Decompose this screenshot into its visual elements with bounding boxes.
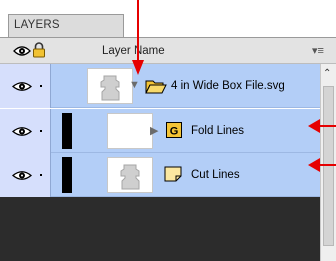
expand-toggle-icon[interactable]: ▼ — [129, 79, 140, 91]
eye-icon[interactable] — [12, 170, 32, 181]
layer-thumbnail — [87, 68, 133, 104]
eye-icon[interactable] — [12, 81, 32, 92]
layer-row-document[interactable]: ▼ 4 in Wide Box File.svg — [0, 64, 320, 108]
layer-color-bar — [62, 113, 72, 149]
layer-thumbnail — [107, 157, 153, 193]
scroll-up-arrow-icon[interactable]: ⌃ — [323, 68, 331, 79]
layer-row-cut-lines[interactable]: Cut Lines — [0, 153, 320, 197]
column-header: Layer Name ▾≡ — [0, 38, 336, 64]
open-folder-icon — [145, 80, 167, 94]
layer-row-fold-lines[interactable]: ▶ G Fold Lines — [0, 109, 320, 153]
layer-color-bar — [62, 157, 72, 193]
layer-thumbnail — [107, 113, 153, 149]
lock-toggle[interactable] — [40, 85, 42, 87]
lock-icon[interactable] — [32, 42, 46, 58]
annotation-arrow-left-icon — [308, 119, 336, 133]
annotation-arrow-left-icon — [308, 158, 336, 172]
empty-layer-area — [0, 197, 320, 261]
visibility-cell[interactable] — [0, 153, 51, 197]
object-icon — [164, 166, 182, 182]
layer-name[interactable]: Cut Lines — [191, 169, 240, 181]
visibility-cell[interactable] — [0, 64, 51, 108]
lock-toggle[interactable] — [40, 174, 42, 176]
layer-name[interactable]: Fold Lines — [191, 125, 244, 137]
tab-layers-label: LAYERS — [14, 19, 60, 31]
group-icon: G — [166, 122, 182, 138]
lock-toggle[interactable] — [40, 130, 42, 132]
box-shape-icon — [100, 75, 120, 101]
svg-text:G: G — [170, 126, 179, 138]
tab-strip: LAYERS — [0, 0, 336, 38]
layers-panel: LAYERS Layer Name ▾≡ ▼ 4 in Wide Box Fil… — [0, 0, 336, 261]
eye-icon[interactable] — [12, 126, 32, 137]
visibility-cell[interactable] — [0, 109, 51, 153]
annotation-arrow-down-icon — [132, 0, 144, 75]
panel-menu-icon[interactable]: ▾≡ — [312, 44, 324, 57]
eye-icon[interactable] — [13, 45, 31, 57]
layer-name[interactable]: 4 in Wide Box File.svg — [171, 80, 285, 92]
expand-toggle-icon[interactable]: ▶ — [150, 124, 158, 137]
box-shape-icon — [120, 164, 140, 190]
